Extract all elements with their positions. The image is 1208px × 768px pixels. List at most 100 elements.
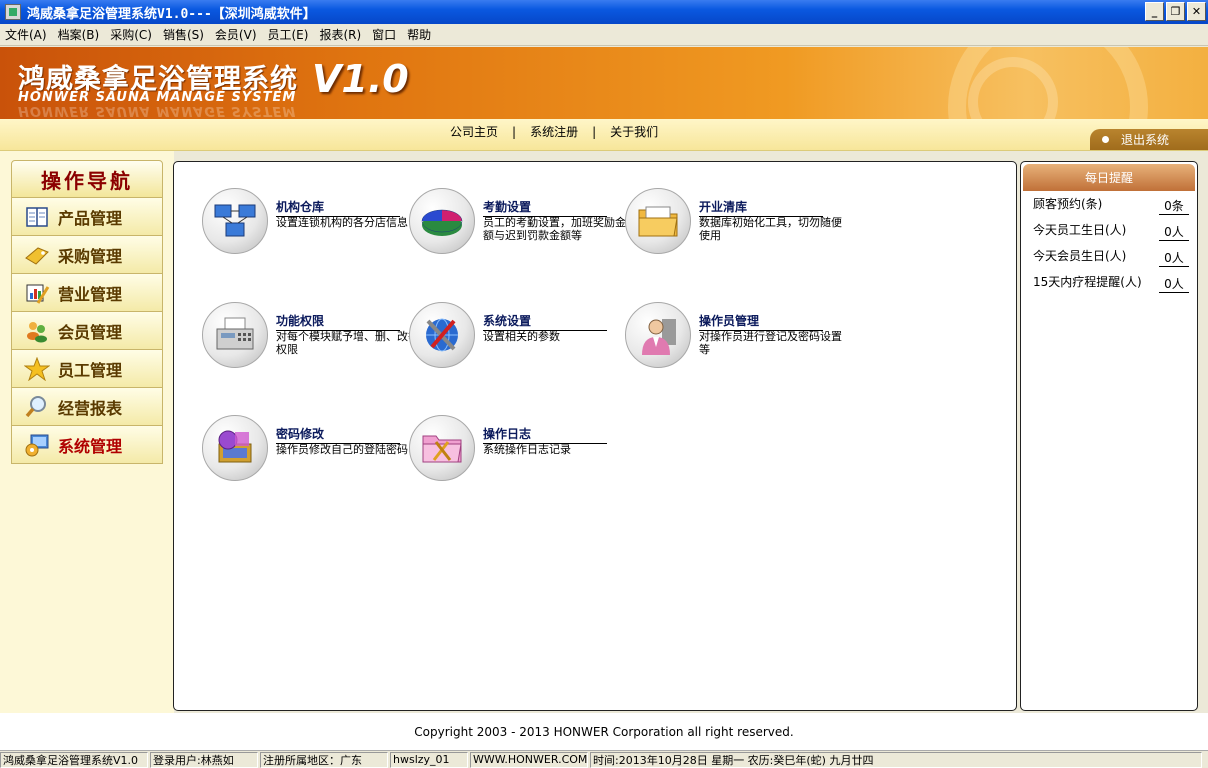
top-nav: 公司主页 | 系统注册 | 关于我们 退出系统 — [0, 119, 1208, 151]
fax-machine-icon — [202, 302, 268, 368]
tile-title: 功能权限 — [276, 312, 400, 331]
reminder-label: 顾客预约(条) — [1033, 197, 1103, 211]
tile-password-change[interactable]: 密码修改 操作员修改自己的登陆密码 — [202, 415, 408, 485]
tile-title: 密码修改 — [276, 425, 400, 444]
tile-opening-clear[interactable]: 开业清库 数据库初始化工具，切勿随便使用 — [625, 188, 842, 258]
nav-label: 系统管理 — [58, 436, 123, 456]
nav-item-members[interactable]: 会员管理 — [11, 312, 163, 350]
menu-bar: 文件(A) 档案(B) 采购(C) 销售(S) 会员(V) 员工(E) 报表(R… — [0, 24, 1208, 46]
window-controls: _ ❐ ✕ — [1145, 2, 1206, 21]
tile-description: 对每个模块赋予增、删、改等权限 — [276, 330, 419, 356]
network-computers-icon — [202, 188, 268, 254]
reminder-row[interactable]: 顾客预约(条) 0条 — [1033, 195, 1193, 215]
reminder-row[interactable]: 今天会员生日(人) 0人 — [1033, 247, 1193, 267]
tile-description: 设置相关的参数 — [483, 330, 560, 343]
tile-title: 机构仓库 — [276, 198, 400, 217]
monitor-gear-icon — [24, 433, 50, 457]
brand-name-reflection: HONWER SAUNA MANAGE SYSTEM — [18, 103, 297, 118]
tile-description: 员工的考勤设置，加班奖励金额与迟到罚款金额等 — [483, 216, 626, 242]
nav-item-reports[interactable]: 经营报表 — [11, 388, 163, 426]
tile-description: 系统操作日志记录 — [483, 443, 571, 456]
tile-system-settings[interactable]: 系统设置 设置相关的参数 — [409, 302, 615, 372]
star-icon — [24, 356, 50, 381]
reminder-label: 今天会员生日(人) — [1033, 249, 1127, 263]
tile-description: 操作员修改自己的登陆密码 — [276, 443, 408, 456]
reminder-value: 0人 — [1159, 275, 1189, 293]
menu-member[interactable]: 会员(V) — [215, 26, 257, 43]
folder-icon — [625, 188, 691, 254]
chart-pencil-icon — [24, 281, 50, 305]
menu-sales[interactable]: 销售(S) — [163, 26, 204, 43]
restore-button[interactable]: ❐ — [1166, 2, 1185, 21]
tag-icon — [24, 243, 50, 267]
exit-system-button[interactable]: 退出系统 — [1090, 129, 1208, 150]
tile-function-permissions[interactable]: 功能权限 对每个模块赋予增、删、改等权限 — [202, 302, 419, 372]
status-app-name: 鸿威桑拿足浴管理系统V1.0 — [0, 751, 148, 768]
reminder-row[interactable]: 15天内疗程提醒(人) 0人 — [1033, 273, 1193, 293]
status-bar: 鸿威桑拿足浴管理系统V1.0 登录用户:林燕如 注册所属地区：广东 hwslzy… — [0, 750, 1208, 768]
pie-chart-icon — [409, 188, 475, 254]
status-code: hwslzy_01 — [390, 751, 468, 768]
tile-title: 系统设置 — [483, 312, 607, 331]
top-links: 公司主页 | 系统注册 | 关于我们 — [450, 123, 658, 140]
link-separator: | — [512, 124, 517, 139]
left-navigation: 操作导航 产品管理 采购管理 营业管理 会员管理 员工管理 经营报表 系统管理 — [0, 151, 174, 713]
status-region: 注册所属地区：广东 — [260, 751, 388, 768]
copyright-footer: Copyright 2003 - 2013 HONWER Corporation… — [0, 713, 1208, 750]
link-company-home[interactable]: 公司主页 — [450, 123, 498, 140]
nav-label: 员工管理 — [58, 360, 123, 380]
tile-operation-log[interactable]: 操作日志 系统操作日志记录 — [409, 415, 615, 485]
nav-item-products[interactable]: 产品管理 — [11, 198, 163, 236]
tile-operator-management[interactable]: 操作员管理 对操作员进行登记及密码设置等 — [625, 302, 842, 372]
link-about[interactable]: 关于我们 — [610, 123, 658, 140]
bullet-icon — [1102, 136, 1109, 143]
nav-item-system[interactable]: 系统管理 — [11, 426, 163, 464]
tile-attendance-settings[interactable]: 考勤设置 员工的考勤设置，加班奖励金额与迟到罚款金额等 — [409, 188, 626, 258]
reminder-value: 0人 — [1159, 223, 1189, 241]
magnifier-icon — [24, 395, 50, 419]
nav-item-purchase[interactable]: 采购管理 — [11, 236, 163, 274]
main-panel: 机构仓库 设置连锁机构的各分店信息 考勤设置 员工的考勤设置，加班奖励金额与迟到… — [173, 161, 1017, 711]
status-website: WWW.HONWER.COM — [470, 751, 588, 768]
link-register[interactable]: 系统注册 — [530, 123, 578, 140]
nav-label: 采购管理 — [58, 246, 123, 266]
tile-title: 操作员管理 — [699, 312, 823, 331]
title-bar: 鸿威桑拿足浴管理系统V1.0---【深圳鸿威软件】 _ ❐ ✕ — [0, 0, 1208, 24]
nav-label: 经营报表 — [58, 398, 123, 418]
reminder-title: 每日提醒 — [1023, 164, 1195, 191]
menu-purchase[interactable]: 采购(C) — [110, 26, 152, 43]
nav-item-employees[interactable]: 员工管理 — [11, 350, 163, 388]
window-title: 鸿威桑拿足浴管理系统V1.0---【深圳鸿威软件】 — [27, 6, 316, 22]
tile-branch-warehouse[interactable]: 机构仓库 设置连锁机构的各分店信息 — [202, 188, 408, 258]
menu-help[interactable]: 帮助 — [407, 26, 431, 43]
menu-archive[interactable]: 档案(B) — [58, 26, 100, 43]
reminder-label: 15天内疗程提醒(人) — [1033, 275, 1142, 289]
tile-title: 开业清库 — [699, 198, 823, 217]
book-icon — [24, 205, 50, 229]
nav-header: 操作导航 — [11, 160, 163, 198]
tile-description: 数据库初始化工具，切勿随便使用 — [699, 216, 842, 242]
nav-label: 营业管理 — [58, 284, 123, 304]
exit-label: 退出系统 — [1121, 133, 1170, 147]
menu-employee[interactable]: 员工(E) — [268, 26, 309, 43]
menu-file[interactable]: 文件(A) — [5, 26, 47, 43]
minimize-button[interactable]: _ — [1145, 2, 1164, 21]
reminder-value: 0条 — [1159, 197, 1189, 215]
status-datetime: 时间:2013年10月28日 星期一 农历:癸巳年(蛇) 九月廿四 — [590, 751, 1202, 768]
reminder-label: 今天员工生日(人) — [1033, 223, 1127, 237]
status-user: 登录用户:林燕如 — [150, 751, 258, 768]
tile-title: 操作日志 — [483, 425, 607, 444]
reminder-row[interactable]: 今天员工生日(人) 0人 — [1033, 221, 1193, 241]
members-icon — [24, 319, 50, 343]
app-icon[interactable] — [5, 4, 21, 20]
brand-banner: 鸿威桑拿足浴管理系统 HONWER SAUNA MANAGE SYSTEM HO… — [0, 47, 1208, 119]
menu-report[interactable]: 报表(R) — [319, 26, 361, 43]
copyright-text: Copyright 2003 - 2013 HONWER Corporation… — [414, 724, 794, 739]
close-button[interactable]: ✕ — [1187, 2, 1206, 21]
globe-tools-icon — [409, 302, 475, 368]
nav-item-business[interactable]: 营业管理 — [11, 274, 163, 312]
reminder-value: 0人 — [1159, 249, 1189, 267]
menu-window[interactable]: 窗口 — [372, 26, 396, 43]
log-folder-icon — [409, 415, 475, 481]
nav-label: 产品管理 — [58, 208, 123, 228]
